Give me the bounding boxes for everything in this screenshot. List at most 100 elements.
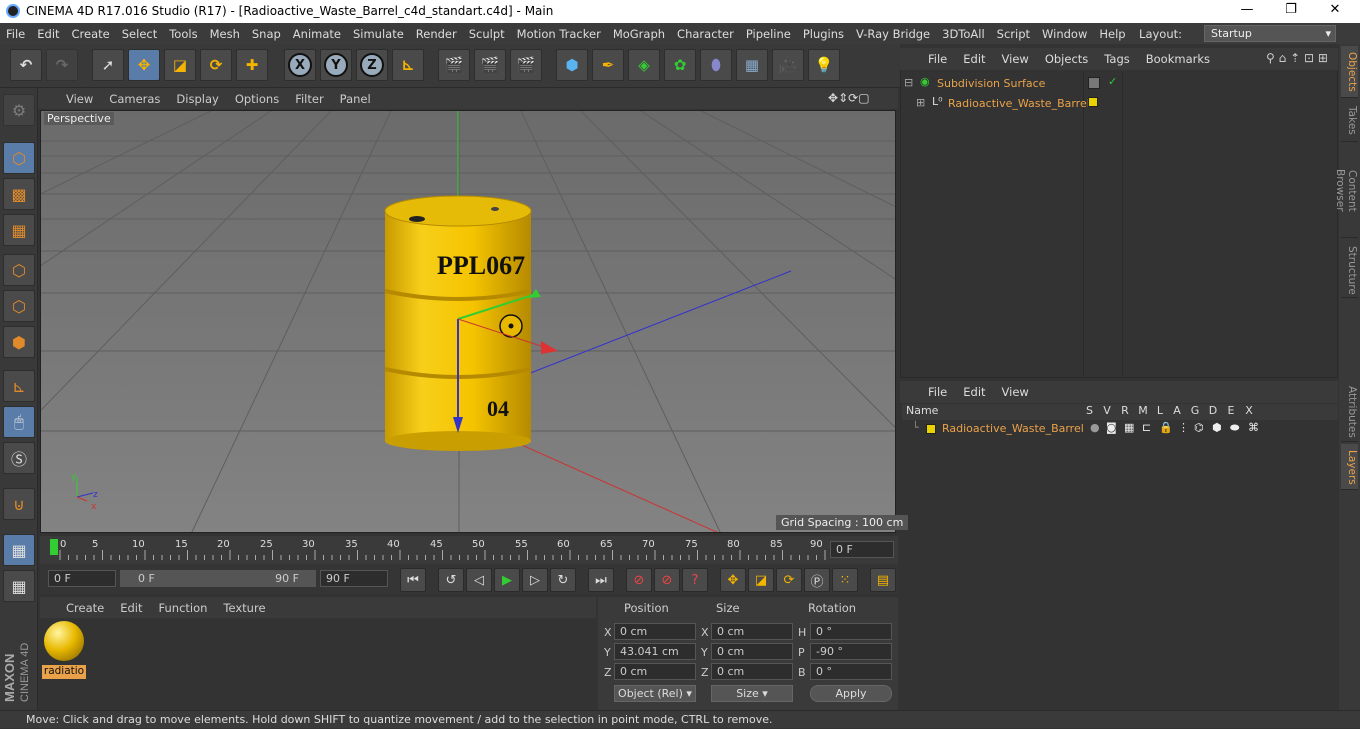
manager-icon[interactable]: ⊏ <box>1142 421 1151 434</box>
enable-axis-button[interactable]: ⊾ <box>3 370 35 402</box>
col-view[interactable]: V <box>1098 404 1116 420</box>
object-menu-objects[interactable]: Objects <box>1037 52 1096 66</box>
menu-render[interactable]: Render <box>410 27 463 41</box>
start-frame-field[interactable]: 0 F <box>48 570 116 587</box>
col-name[interactable]: Name <box>902 404 1086 420</box>
workplane-lock-button[interactable]: ▦ <box>3 534 35 566</box>
subdivision-surface-button[interactable]: ◈ <box>628 49 660 81</box>
magnet-button[interactable]: ⊍ <box>3 488 35 520</box>
record-button[interactable]: ⊘ <box>626 568 652 592</box>
menu-select[interactable]: Select <box>116 27 163 41</box>
autokey-button[interactable]: ⊘ <box>654 568 680 592</box>
key-position-button[interactable]: ✥ <box>720 568 746 592</box>
object-menu-file[interactable]: File <box>920 52 955 66</box>
home-icon[interactable]: ⌂ <box>1279 51 1287 65</box>
position-z-field[interactable]: 0 cm <box>614 663 696 680</box>
search-icon[interactable]: ⚲ <box>1266 51 1275 65</box>
render-settings-button[interactable]: 🎬 <box>510 49 542 81</box>
col-deformers[interactable]: D <box>1204 404 1222 420</box>
object-menu-view[interactable]: View <box>994 52 1037 66</box>
key-scale-button[interactable]: ◪ <box>748 568 774 592</box>
material-menu-function[interactable]: Function <box>151 601 216 615</box>
viewport-menu-display[interactable]: Display <box>168 92 226 106</box>
menu-mograph[interactable]: MoGraph <box>607 27 671 41</box>
rotation-b-field[interactable]: 0 ° <box>810 663 892 680</box>
layer-menu-view[interactable]: View <box>994 385 1037 399</box>
layer-color-swatch[interactable] <box>1088 77 1100 89</box>
material-swatch[interactable]: radiatio <box>42 621 86 679</box>
menu-character[interactable]: Character <box>671 27 740 41</box>
workplane-mode-button[interactable]: ▦ <box>3 214 35 246</box>
cloner-button[interactable]: ✿ <box>664 49 696 81</box>
expression-icon[interactable]: ⬬ <box>1230 421 1239 435</box>
menu-vray-bridge[interactable]: V-Ray Bridge <box>850 27 936 41</box>
tab-content-browser[interactable]: Content Browser <box>1334 144 1358 238</box>
col-expressions[interactable]: E <box>1222 404 1240 420</box>
col-locked[interactable]: L <box>1152 404 1168 420</box>
col-manager[interactable]: M <box>1134 404 1152 420</box>
play-button[interactable]: ▶ <box>494 568 520 592</box>
menu-simulate[interactable]: Simulate <box>347 27 410 41</box>
end-frame-field[interactable]: 90 F <box>320 570 388 587</box>
minimize-button[interactable]: — <box>1232 2 1262 20</box>
coordinate-system-button[interactable]: ⊾ <box>392 49 424 81</box>
object-row-subdivision[interactable]: ⊟ ◉ Subdivision Surface ✓ <box>904 75 1336 93</box>
cube-button[interactable]: ⬢ <box>556 49 588 81</box>
new-window-icon[interactable]: ⊞ <box>1318 51 1328 65</box>
material-menu-create[interactable]: Create <box>58 601 112 615</box>
snap-button[interactable]: Ⓢ <box>3 442 35 474</box>
viewport-menu-options[interactable]: Options <box>227 92 287 106</box>
render-clapper-icon[interactable]: ▦ <box>1124 421 1134 434</box>
previous-frame-button[interactable]: ◁ <box>466 568 492 592</box>
enabled-checkmark-icon[interactable]: ✓ <box>1108 75 1117 88</box>
tab-attributes[interactable]: Attributes <box>1341 380 1358 442</box>
floor-button[interactable]: ▦ <box>736 49 768 81</box>
viewport-menu-cameras[interactable]: Cameras <box>101 92 168 106</box>
key-rotation-button[interactable]: ⟳ <box>776 568 802 592</box>
menu-file[interactable]: File <box>0 27 31 41</box>
menu-sculpt[interactable]: Sculpt <box>463 27 511 41</box>
menu-animate[interactable]: Animate <box>287 27 347 41</box>
tab-structure[interactable]: Structure <box>1341 240 1358 298</box>
key-parameter-button[interactable]: Ⓟ <box>804 568 830 592</box>
solo-dot-icon[interactable]: ● <box>1090 421 1100 434</box>
orbit-icon[interactable]: ⟳ <box>848 91 858 105</box>
maximize-view-icon[interactable]: ▢ <box>858 91 869 105</box>
current-frame-field[interactable]: 0 F <box>830 541 894 558</box>
deformer-button[interactable]: ⬮ <box>700 49 732 81</box>
pan-icon[interactable]: ✥ <box>828 91 838 105</box>
layer-menu-file[interactable]: File <box>920 385 955 399</box>
live-selection-button[interactable]: ➚ <box>92 49 124 81</box>
xref-icon[interactable]: ⌘ <box>1248 421 1259 434</box>
object-menu-edit[interactable]: Edit <box>955 52 993 66</box>
next-frame-button[interactable]: ▷ <box>522 568 548 592</box>
edges-mode-button[interactable]: ⬡ <box>3 290 35 322</box>
menu-snap[interactable]: Snap <box>246 27 287 41</box>
layout-select[interactable]: Startup ▾ <box>1204 25 1336 42</box>
go-to-start-button[interactable]: ⏮ <box>400 568 426 592</box>
deformer-icon[interactable]: ⬢ <box>1212 421 1222 434</box>
timeline-window-button[interactable]: ▤ <box>870 568 896 592</box>
playhead-marker[interactable] <box>50 539 58 555</box>
move-tool-button[interactable]: ✥ <box>128 49 160 81</box>
3d-viewport[interactable]: PPL067 04 y z x <box>40 110 896 533</box>
polygons-mode-button[interactable]: ⬢ <box>3 326 35 358</box>
light-button[interactable]: 💡 <box>808 49 840 81</box>
menu-help[interactable]: Help <box>1093 27 1131 41</box>
undo-button[interactable]: ↶ <box>10 49 42 81</box>
camera-button[interactable]: 🎥 <box>772 49 804 81</box>
size-y-field[interactable]: 0 cm <box>711 643 793 660</box>
col-generators[interactable]: G <box>1186 404 1204 420</box>
lock-icon[interactable]: 🔒 <box>1159 421 1173 434</box>
model-mode-button[interactable]: ⬡ <box>3 142 35 174</box>
layer-color-swatch[interactable] <box>926 424 936 434</box>
layer-menu-edit[interactable]: Edit <box>955 385 993 399</box>
tweak-mode-button[interactable]: 🖱 <box>3 406 35 438</box>
tab-objects[interactable]: Objects <box>1341 46 1358 98</box>
rotate-tool-button[interactable]: ⟳ <box>200 49 232 81</box>
viewport-nav-icons[interactable]: ✥⇕⟳▢ <box>828 91 870 105</box>
y-axis-lock-button[interactable]: Y <box>320 49 352 81</box>
eye-icon[interactable]: ◙ <box>1106 421 1117 434</box>
workplane-rotate-button[interactable]: ▦ <box>3 570 35 602</box>
size-z-field[interactable]: 0 cm <box>711 663 793 680</box>
